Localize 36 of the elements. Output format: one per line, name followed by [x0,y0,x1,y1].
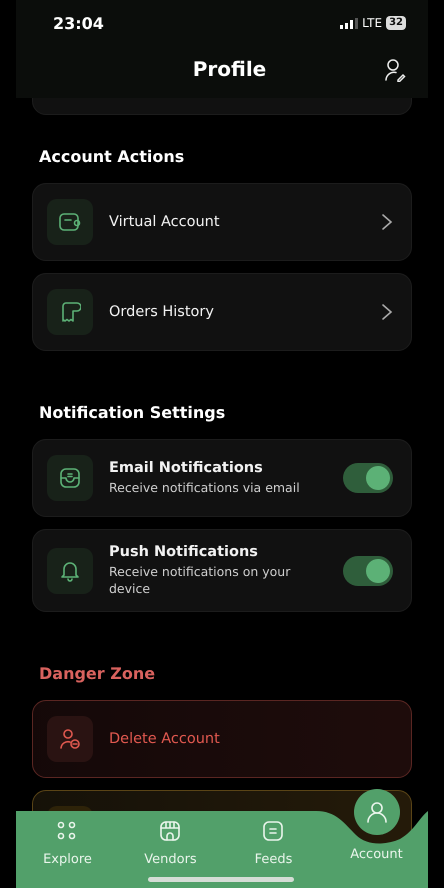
inbox-icon [59,467,81,489]
edit-profile-button[interactable] [384,58,406,82]
status-time: 23:04 [53,14,104,32]
section-title: Notification Settings [38,402,226,424]
tab-item[interactable]: Vendors [144,811,197,867]
tab-item[interactable]: Explore [43,811,92,867]
wallet-icon [59,212,81,232]
network-label: LTE [362,16,382,30]
row-label: Orders History [109,304,215,320]
store-icon [159,820,182,842]
toggle-switch[interactable] [343,556,393,586]
bell-icon [60,560,80,582]
user-icon [364,800,388,824]
toggle-switch[interactable] [343,463,393,493]
section-title: Account Actions [38,146,186,168]
user-minus-icon [59,728,81,750]
settings-row[interactable]: Push Notifications Receive notifications on your device [32,529,412,612]
row-label: Virtual Account [109,214,221,230]
battery-level: 32 [386,16,406,30]
row-label: Delete Account [109,731,221,747]
tab-item[interactable]: Feeds [254,811,292,867]
settings-row[interactable]: Email Notifications Receive notifications via email [32,439,412,517]
page-title: Profile [192,57,266,81]
row-description: Receive notifications on your device [109,563,292,597]
row-label: Email Notifications [109,460,264,476]
section-title: Danger Zone [38,663,156,685]
chevron-icon[interactable] [381,303,393,321]
receipt-icon [59,301,81,323]
chevron-icon[interactable] [381,213,393,231]
row-description: Receive notifications via email [109,479,301,496]
feed-icon [262,820,284,842]
settings-row[interactable]: Orders History [32,273,412,351]
dots-grid-icon [57,821,78,841]
row-label: Push Notifications [109,544,259,560]
settings-row[interactable]: Virtual Account [32,183,412,261]
signal-icon [340,18,358,28]
